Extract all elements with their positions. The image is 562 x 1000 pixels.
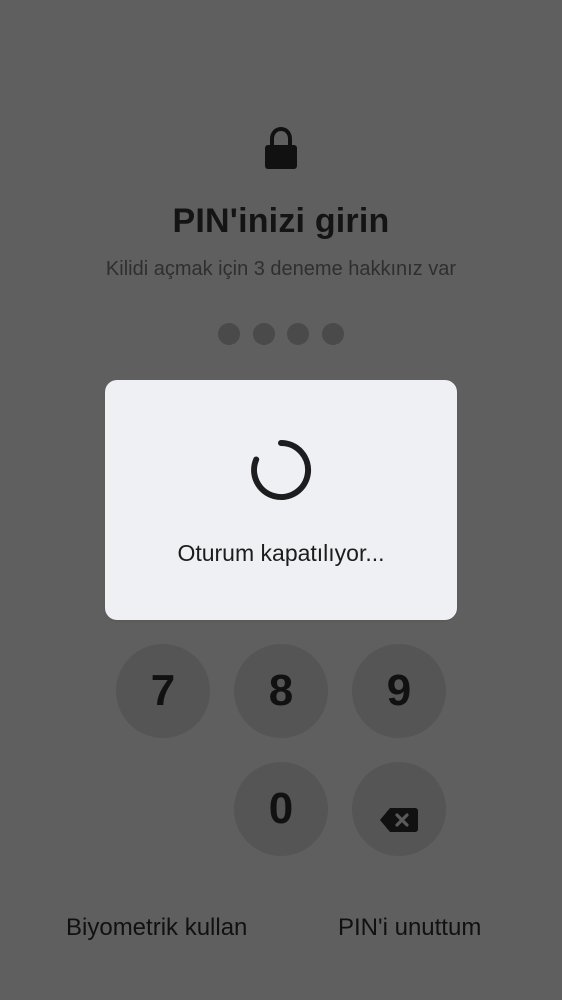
forgot-pin-button[interactable]: PIN'i unuttum xyxy=(338,914,481,942)
lock-icon xyxy=(262,126,300,171)
keypad-button-label: 0 xyxy=(268,784,294,833)
backspace-button[interactable] xyxy=(352,762,446,856)
pin-dot xyxy=(252,323,275,345)
bottom-actions: Biyometrik kullan PIN'i unuttum xyxy=(0,914,562,950)
keypad-button-9[interactable]: 9 xyxy=(352,644,446,738)
page-title: PIN'inizi girin xyxy=(172,202,390,240)
keypad-button-label: 7 xyxy=(150,666,176,715)
use-biometric-button[interactable]: Biyometrik kullan xyxy=(66,914,247,942)
logout-progress-dialog: Oturum kapatılıyor... xyxy=(105,380,457,620)
dialog-message: Oturum kapatılıyor... xyxy=(177,540,385,566)
keypad-button-0[interactable]: 0 xyxy=(234,762,328,856)
keypad-button-label: 8 xyxy=(268,666,294,715)
backspace-icon xyxy=(379,795,419,832)
keypad-button-7[interactable]: 7 xyxy=(116,644,210,738)
pin-dot xyxy=(287,323,310,345)
pin-dot xyxy=(218,323,240,345)
pin-dot xyxy=(321,323,344,345)
loading-spinner-icon xyxy=(249,438,313,502)
attempts-remaining-text: Kilidi açmak için 3 deneme hakkınız var xyxy=(105,258,457,280)
keypad-button-8[interactable]: 8 xyxy=(234,644,328,738)
pin-dots xyxy=(218,323,344,345)
keypad-button-label: 9 xyxy=(386,666,412,715)
